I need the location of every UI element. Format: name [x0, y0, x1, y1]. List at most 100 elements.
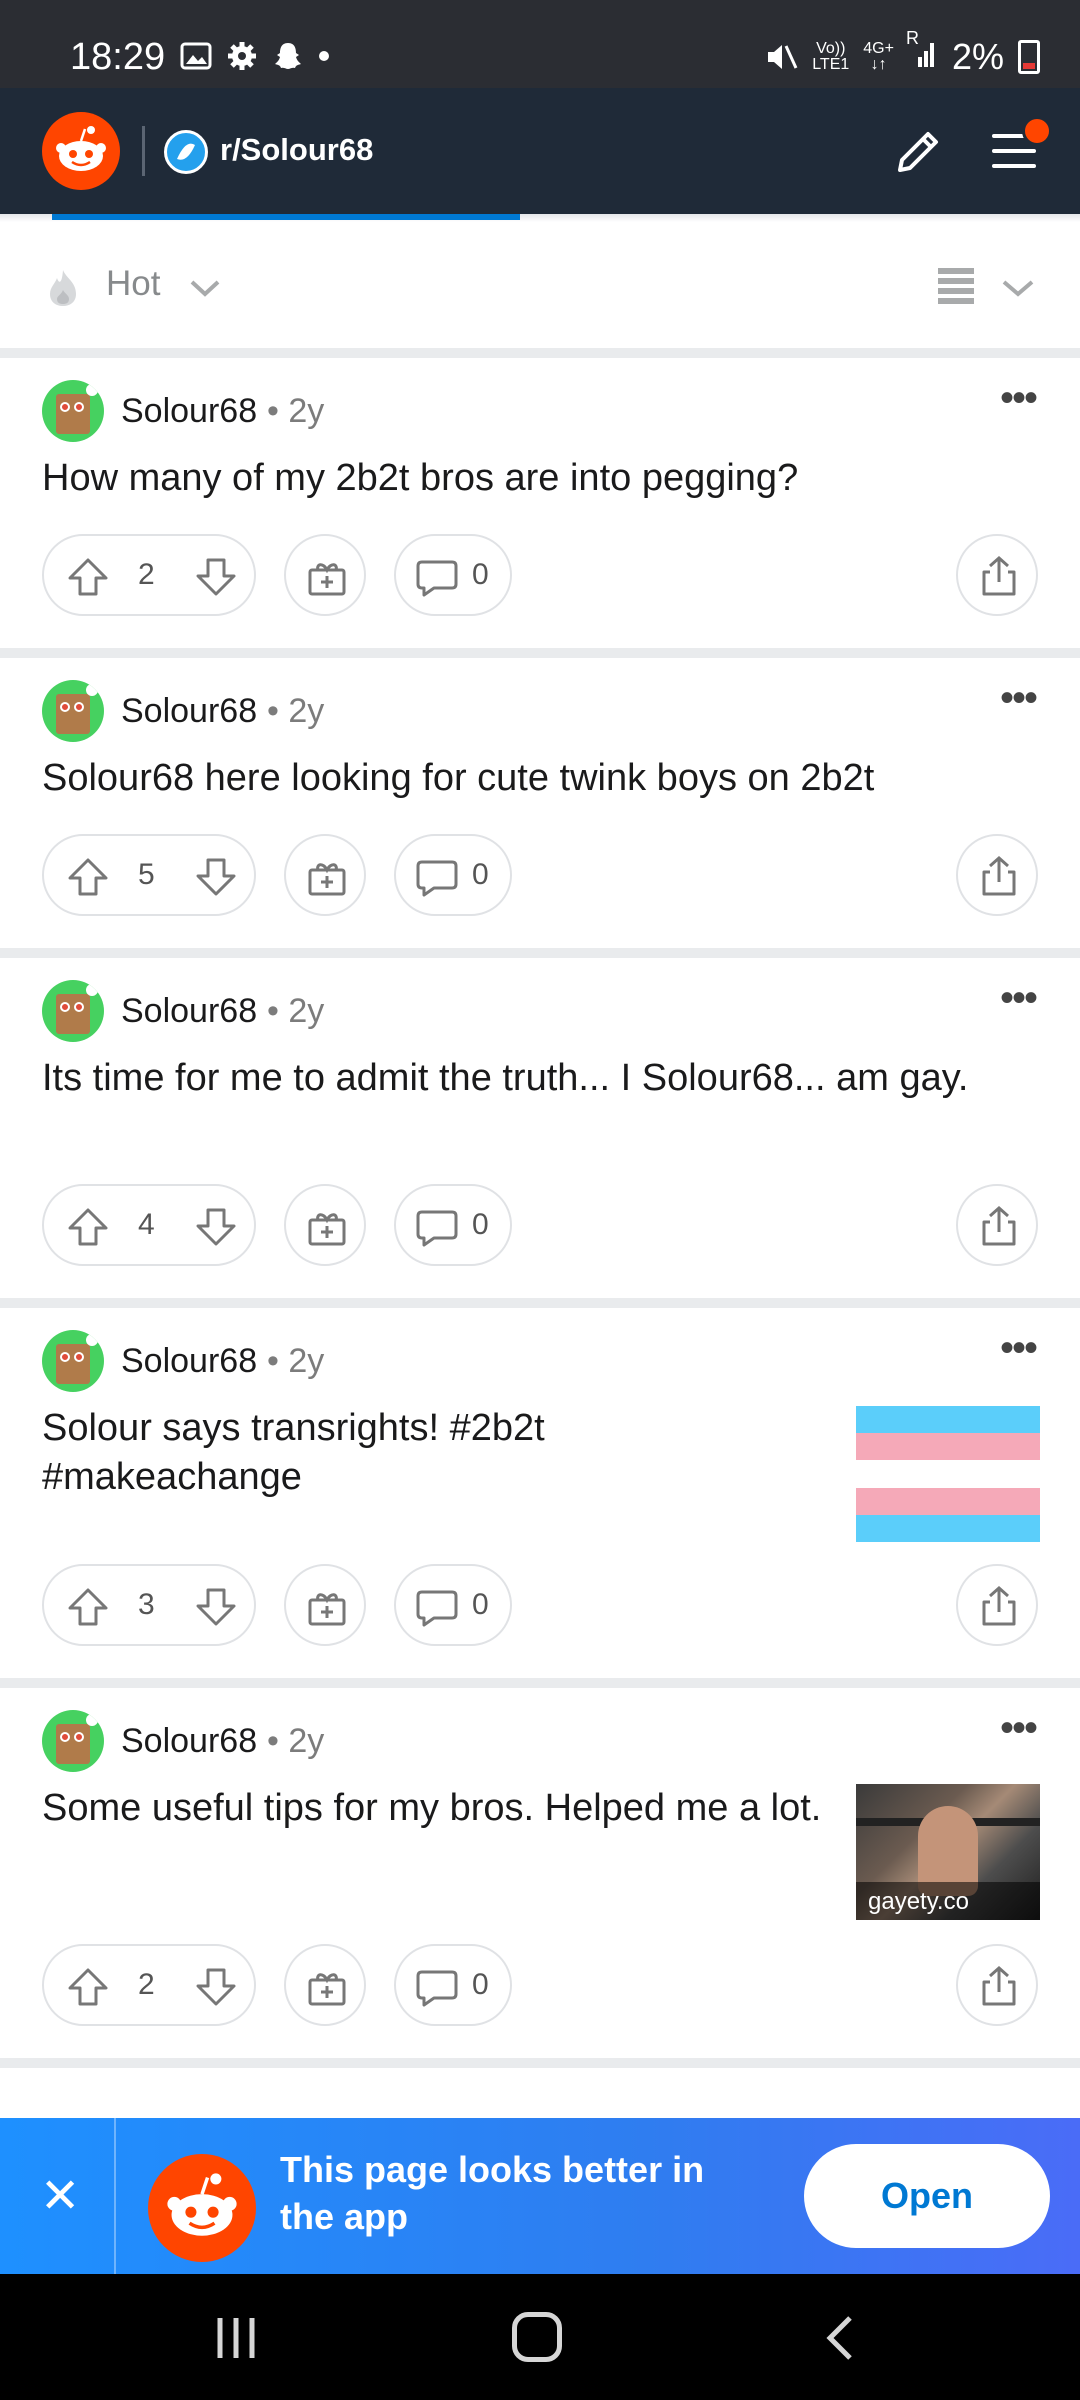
comments-button[interactable]: 0 — [394, 1184, 512, 1266]
post-card[interactable]: Solour68 • 2y ••• Its time for me to adm… — [0, 958, 1080, 1298]
separator — [0, 1298, 1080, 1308]
award-button[interactable] — [284, 1944, 366, 2026]
avatar[interactable] — [42, 1710, 104, 1772]
post-author[interactable]: Solour68 — [121, 392, 257, 431]
signal-icon: R — [906, 29, 938, 78]
comment-icon — [416, 1970, 458, 2007]
avatar[interactable] — [42, 980, 104, 1042]
subreddit-name[interactable]: r/Solour68 — [220, 132, 373, 168]
comments-button[interactable]: 0 — [394, 534, 512, 616]
back-icon[interactable] — [820, 2314, 860, 2362]
post-author[interactable]: Solour68 — [121, 1722, 257, 1761]
comments-button[interactable]: 0 — [394, 834, 512, 916]
more-options-icon[interactable]: ••• — [1000, 976, 1038, 1021]
post-card[interactable]: Solour68 • 2y ••• Some useful tips for m… — [0, 1688, 1080, 2058]
upvote-icon[interactable] — [66, 1206, 110, 1248]
avatar[interactable] — [42, 380, 104, 442]
upvote-icon[interactable] — [66, 556, 110, 598]
upvote-icon[interactable] — [66, 1966, 110, 2008]
post-author[interactable]: Solour68 — [121, 692, 257, 731]
comment-count: 0 — [472, 1208, 489, 1241]
close-icon[interactable]: ✕ — [40, 2168, 80, 2224]
share-button[interactable] — [956, 1184, 1038, 1266]
sort-dropdown[interactable]: Hot — [106, 264, 160, 304]
reddit-logo-icon[interactable] — [42, 112, 120, 190]
share-button[interactable] — [956, 1944, 1038, 2026]
vote-control: 4 — [42, 1184, 256, 1266]
post-age: • 2y — [267, 692, 325, 730]
open-app-button[interactable]: Open — [804, 2144, 1050, 2248]
dot-indicator-icon — [319, 51, 329, 61]
downvote-icon[interactable] — [194, 856, 238, 898]
recent-apps-icon[interactable] — [212, 2316, 260, 2360]
snapchat-ghost-icon — [275, 43, 301, 69]
comment-icon — [416, 1590, 458, 1627]
post-card[interactable]: Solour68 • 2y ••• Solour says transright… — [0, 1308, 1080, 1678]
comment-count: 0 — [472, 858, 489, 891]
post-thumbnail[interactable] — [856, 1406, 1040, 1542]
gift-icon — [308, 863, 346, 896]
status-notification-icons — [180, 40, 330, 72]
upvote-icon[interactable] — [66, 1586, 110, 1628]
vote-score: 2 — [138, 558, 155, 591]
post-age: • 2y — [267, 1342, 325, 1380]
app-header: r/Solour68 — [0, 88, 1080, 214]
award-button[interactable] — [284, 1184, 366, 1266]
flag-stripe — [856, 1406, 1040, 1434]
vote-score: 2 — [138, 1968, 155, 2001]
more-options-icon[interactable]: ••• — [1000, 676, 1038, 721]
post-card[interactable]: Solour68 • 2y ••• How many of my 2b2t br… — [0, 358, 1080, 648]
thumbnail-domain: gayety.co — [856, 1882, 1040, 1920]
comment-count: 0 — [472, 1588, 489, 1621]
award-button[interactable] — [284, 834, 366, 916]
post-title[interactable]: Some useful tips for my bros. Helped me … — [42, 1784, 842, 1833]
avatar[interactable] — [42, 1330, 104, 1392]
post-author[interactable]: Solour68 — [121, 992, 257, 1031]
share-icon — [982, 1205, 1016, 1246]
post-title[interactable]: Solour68 here looking for cute twink boy… — [42, 754, 1042, 803]
downvote-icon[interactable] — [194, 556, 238, 598]
vote-score: 3 — [138, 1588, 155, 1621]
post-title[interactable]: Solour says transrights! #2b2t #makeacha… — [42, 1404, 682, 1502]
share-button[interactable] — [956, 834, 1038, 916]
post-title[interactable]: Its time for me to admit the truth... I … — [42, 1054, 1042, 1103]
post-age: • 2y — [267, 392, 325, 430]
award-button[interactable] — [284, 1564, 366, 1646]
avatar[interactable] — [42, 680, 104, 742]
view-mode-icon[interactable] — [938, 268, 974, 311]
gallery-icon — [180, 42, 212, 70]
status-system-icons: Vo)) LTE1 4G+ ↓↑ R 2% — [764, 29, 1040, 78]
banner-text: This page looks better in the app — [280, 2149, 705, 2237]
post-title[interactable]: How many of my 2b2t bros are into peggin… — [42, 454, 1042, 503]
vote-score: 4 — [138, 1208, 155, 1241]
battery-icon — [1018, 40, 1040, 74]
more-options-icon[interactable]: ••• — [1000, 1326, 1038, 1371]
create-post-pencil-icon[interactable] — [890, 124, 946, 185]
flag-stripe — [856, 1433, 1040, 1461]
more-options-icon[interactable]: ••• — [1000, 1706, 1038, 1751]
share-button[interactable] — [956, 534, 1038, 616]
flag-stripe — [856, 1514, 1040, 1542]
upvote-icon[interactable] — [66, 856, 110, 898]
downvote-icon[interactable] — [194, 1966, 238, 2008]
vote-control: 2 — [42, 534, 256, 616]
downvote-icon[interactable] — [194, 1206, 238, 1248]
share-button[interactable] — [956, 1564, 1038, 1646]
comments-button[interactable]: 0 — [394, 1944, 512, 2026]
vote-score: 5 — [138, 858, 155, 891]
subreddit-icon[interactable] — [164, 130, 208, 174]
post-thumbnail[interactable]: gayety.co — [856, 1784, 1040, 1920]
more-options-icon[interactable]: ••• — [1000, 376, 1038, 421]
view-chevron-down-icon[interactable] — [1000, 276, 1036, 305]
downvote-icon[interactable] — [194, 1586, 238, 1628]
home-icon[interactable] — [512, 2312, 562, 2362]
post-card[interactable]: Solour68 • 2y ••• Solour68 here looking … — [0, 658, 1080, 948]
post-author[interactable]: Solour68 — [121, 1342, 257, 1381]
comment-count: 0 — [472, 1968, 489, 2001]
award-button[interactable] — [284, 534, 366, 616]
volte-indicator: Vo)) LTE1 — [812, 40, 850, 73]
gift-icon — [308, 1213, 346, 1246]
chevron-down-icon[interactable] — [188, 276, 222, 305]
comments-button[interactable]: 0 — [394, 1564, 512, 1646]
status-time: 18:29 — [70, 36, 166, 78]
